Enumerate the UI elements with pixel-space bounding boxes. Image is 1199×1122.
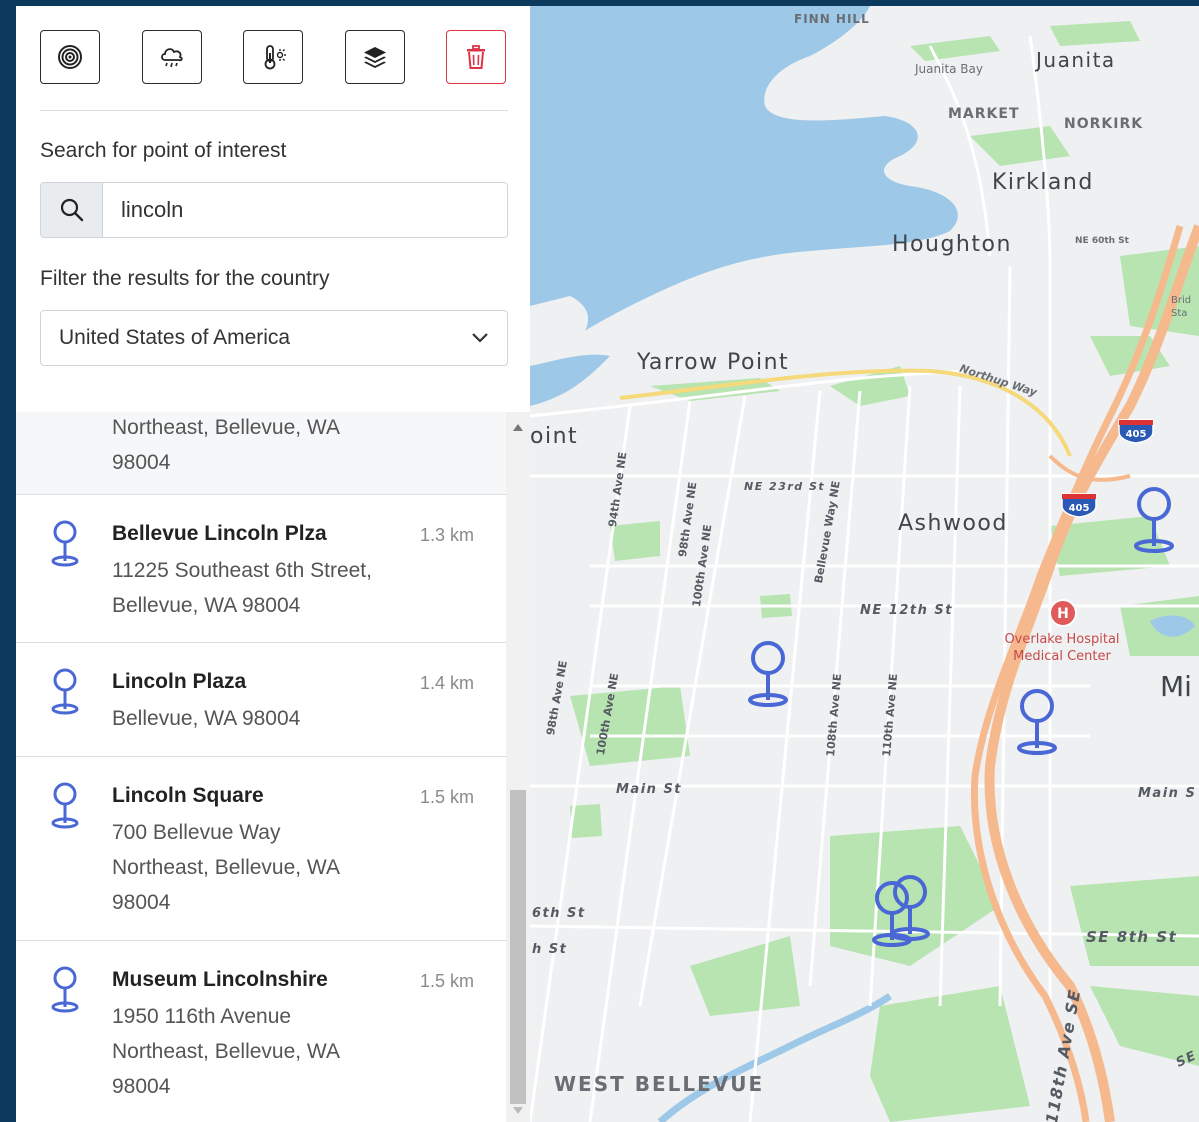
map-label-ne-60th: NE 60th St xyxy=(1075,236,1129,246)
map-pin[interactable] xyxy=(886,872,934,944)
map-label-west-bellevue: WEST BELLEVUE xyxy=(554,1072,765,1096)
layers-icon xyxy=(364,47,386,68)
map-label-point-fragment: oint xyxy=(530,424,579,449)
result-distance: 1.4 km xyxy=(420,673,475,693)
trash-icon xyxy=(467,45,485,69)
map-pin-icon xyxy=(51,966,79,1013)
hospital-icon: H xyxy=(1049,599,1077,627)
bullseye-button[interactable] xyxy=(40,30,100,84)
map-pin-icon xyxy=(51,782,79,829)
result-address: Northeast, Bellevue, WA 98004 xyxy=(112,416,340,474)
svg-text:H: H xyxy=(1057,606,1069,622)
map-label-main-st-right: Main S xyxy=(1138,786,1197,801)
svg-text:405: 405 xyxy=(1126,429,1147,440)
list-item[interactable]: Northeast, Bellevue, WA 98004 xyxy=(16,412,506,495)
map-label-norkirk: NORKIRK xyxy=(1064,116,1144,132)
result-name: Lincoln Plaza xyxy=(112,670,247,693)
map-canvas[interactable]: FINN HILL Juanita Bay Juanita MARKET NOR… xyxy=(530,6,1199,1122)
search-panel: Search for point of interest Filter the … xyxy=(16,6,530,1122)
results-list: Northeast, Bellevue, WA 98004 Bellevue L… xyxy=(16,412,506,1122)
search-input[interactable] xyxy=(103,183,507,237)
temperature-button[interactable] xyxy=(243,30,303,84)
map-label-6th-st: 6th St xyxy=(532,906,586,921)
list-item[interactable]: Lincoln Square 1.5 km 700 Bellevue Way N… xyxy=(16,757,506,941)
map-label-main-st: Main St xyxy=(616,782,683,797)
list-item[interactable]: Museum Lincolnshire 1.5 km 1950 116th Av… xyxy=(16,941,506,1122)
scroll-down-arrow[interactable] xyxy=(513,1107,523,1114)
search-input-group xyxy=(40,182,508,238)
map-label-juanita-bay: Juanita Bay xyxy=(915,62,983,76)
search-icon xyxy=(60,198,83,222)
country-select[interactable]: United States of America xyxy=(40,310,508,366)
list-item[interactable]: Lincoln Plaza 1.4 km Bellevue, WA 98004 xyxy=(16,643,506,757)
country-select-value: United States of America xyxy=(59,326,291,349)
map-label-finn-hill: FINN HILL xyxy=(794,12,870,26)
scroll-thumb[interactable] xyxy=(510,790,526,1104)
interstate-405-shield-2: 405 xyxy=(1061,493,1097,518)
map-pin[interactable] xyxy=(1013,686,1061,758)
search-addon xyxy=(41,183,103,237)
weather-rain-button[interactable] xyxy=(142,30,202,84)
map-label-ne-23rd: NE 23rd St xyxy=(744,480,826,493)
map-pin-icon xyxy=(51,520,79,567)
map-label-hospital: Overlake Hospital Medical Center xyxy=(1004,632,1120,664)
result-name: Bellevue Lincoln Plza xyxy=(112,522,327,545)
scroll-up-arrow[interactable] xyxy=(513,424,523,431)
clear-button[interactable] xyxy=(446,30,506,84)
rain-cloud-icon xyxy=(161,48,183,68)
result-address: 1950 116th Avenue Northeast, Bellevue, W… xyxy=(112,1005,340,1098)
map-label-h-st: h St xyxy=(532,942,568,957)
result-address: 11225 Southeast 6th Street, Bellevue, WA… xyxy=(112,559,372,617)
map-label-se-8th: SE 8th St xyxy=(1086,928,1178,946)
result-address: 700 Bellevue Way Northeast, Bellevue, WA… xyxy=(112,821,340,914)
map-label-kirkland: Kirkland xyxy=(992,170,1094,195)
interstate-405-shield-1: 405 xyxy=(1118,419,1154,444)
country-filter-label: Filter the results for the country xyxy=(40,267,330,290)
list-item[interactable]: Bellevue Lincoln Plza 1.3 km 11225 South… xyxy=(16,495,506,643)
result-distance: 1.5 km xyxy=(420,787,475,807)
toolbar xyxy=(40,30,508,86)
bullseye-icon xyxy=(58,45,82,69)
results-scrollbar[interactable] xyxy=(506,412,530,1122)
map-label-houghton: Houghton xyxy=(892,232,1012,257)
map-label-juanita: Juanita xyxy=(1036,48,1116,72)
map-pin-icon xyxy=(51,668,79,715)
chevron-down-icon xyxy=(472,333,488,343)
map-label-mi-fragment: Mi xyxy=(1160,670,1192,703)
result-address: Bellevue, WA 98004 xyxy=(112,707,301,730)
map-label-market: MARKET xyxy=(948,106,1020,122)
map-base-layer xyxy=(530,6,1199,1122)
svg-text:405: 405 xyxy=(1069,503,1090,514)
map-label-bridle: Brid Sta xyxy=(1171,295,1192,319)
result-name: Lincoln Square xyxy=(112,784,264,807)
layers-button[interactable] xyxy=(345,30,405,84)
map-label-ne-12th: NE 12th St xyxy=(860,603,953,618)
thermometer-sun-icon xyxy=(264,45,286,70)
map-label-ashwood: Ashwood xyxy=(898,511,1008,536)
result-distance: 1.5 km xyxy=(420,971,475,991)
map-label-yarrow-point: Yarrow Point xyxy=(637,350,790,375)
search-label: Search for point of interest xyxy=(40,139,287,162)
toolbar-divider xyxy=(40,110,508,111)
map-pin[interactable] xyxy=(744,638,792,710)
result-distance: 1.3 km xyxy=(420,525,475,545)
result-name: Museum Lincolnshire xyxy=(112,968,328,991)
map-pin[interactable] xyxy=(1130,484,1178,556)
